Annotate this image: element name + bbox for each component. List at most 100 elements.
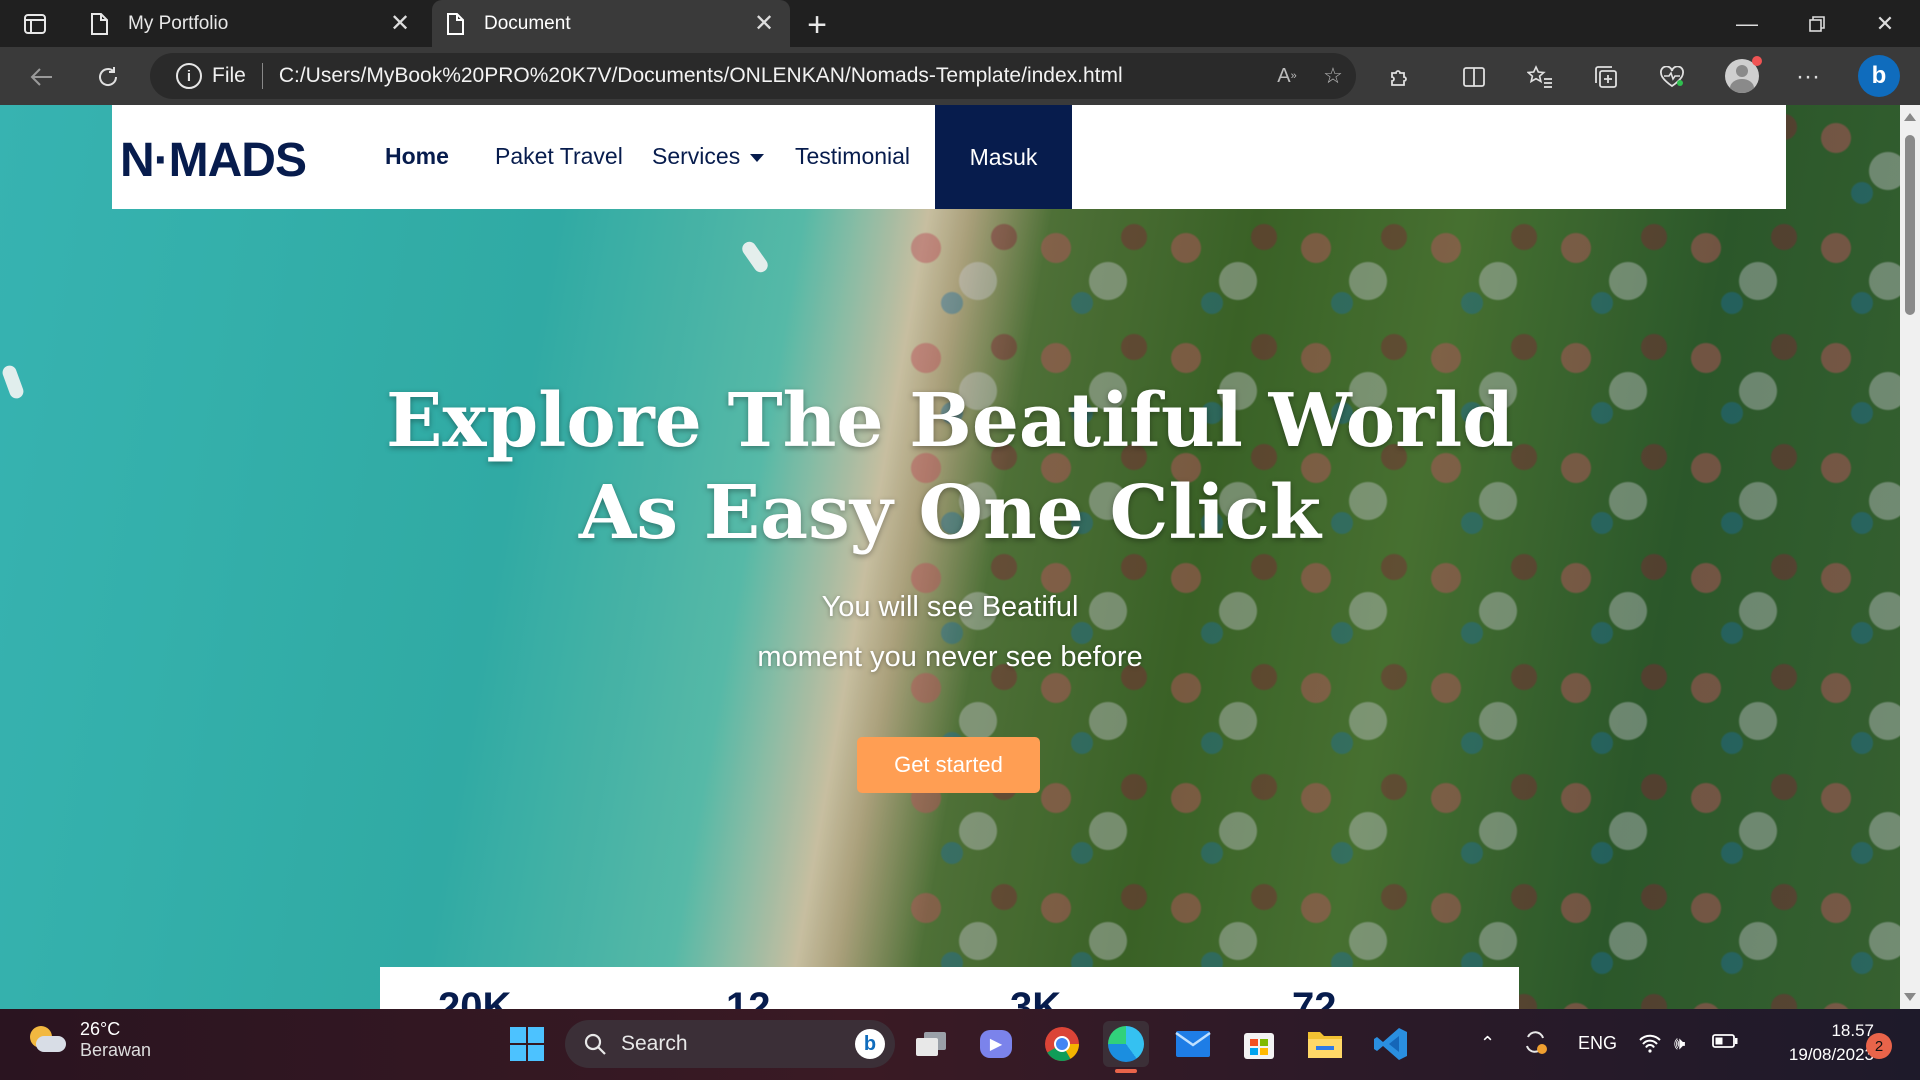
store-icon	[1244, 1033, 1274, 1059]
vscode-button[interactable]	[1368, 1021, 1414, 1067]
collections-icon	[1595, 66, 1617, 88]
search-icon	[584, 1033, 606, 1055]
sync-icon[interactable]	[1522, 1029, 1548, 1060]
tab-my-portfolio[interactable]: My Portfolio ✕	[76, 0, 426, 47]
store-button[interactable]	[1236, 1021, 1282, 1067]
hero-title: Explore The Beatiful World As Easy One C…	[0, 375, 1900, 559]
stat-value: 20K	[438, 985, 512, 1009]
chrome-button[interactable]	[1039, 1021, 1085, 1067]
language-indicator[interactable]: ENG	[1578, 1033, 1617, 1054]
address-divider	[261, 63, 263, 89]
battery-icon[interactable]	[1712, 1033, 1738, 1054]
back-arrow-icon	[30, 68, 52, 86]
tab-actions-button[interactable]	[12, 10, 58, 38]
login-button[interactable]: Masuk	[935, 105, 1072, 209]
scheme-label: File	[212, 64, 246, 87]
teams-chat-button[interactable]: ▶	[973, 1021, 1019, 1067]
page-scrollbar[interactable]	[1900, 105, 1920, 1009]
clock-date: 19/08/2023	[1788, 1045, 1874, 1064]
close-tab-icon[interactable]: ✕	[752, 9, 776, 38]
nav-testimonial[interactable]: Testimonial	[795, 143, 910, 170]
nav-paket-travel[interactable]: Paket Travel	[495, 143, 623, 170]
scroll-thumb[interactable]	[1905, 135, 1915, 315]
browser-toolbar: i File C:/Users/MyBook%20PRO%20K7V/Docum…	[0, 47, 1920, 105]
notification-badge[interactable]: 2	[1866, 1033, 1892, 1059]
profile-status-dot	[1752, 56, 1762, 66]
profile-button[interactable]	[1722, 56, 1762, 96]
puzzle-icon	[1391, 70, 1407, 86]
nav-services-label: Services	[652, 143, 741, 169]
refresh-button[interactable]	[90, 59, 126, 95]
address-bar[interactable]: i File C:/Users/MyBook%20PRO%20K7V/Docum…	[150, 53, 1356, 99]
url-text[interactable]: C:/Users/MyBook%20PRO%20K7V/Documents/ON…	[279, 64, 1264, 88]
page-icon	[90, 12, 110, 36]
split-screen-button[interactable]	[1456, 59, 1492, 95]
tab-actions-icon	[24, 14, 46, 34]
copilot-button[interactable]: b	[1856, 53, 1902, 99]
nav-home[interactable]: Home	[385, 143, 449, 170]
refresh-icon	[99, 67, 118, 86]
extensions-button[interactable]	[1382, 59, 1418, 95]
stat-value: 3K	[1010, 985, 1062, 1009]
chevron-down-icon	[750, 153, 765, 162]
site-info-icon[interactable]: i	[176, 63, 202, 89]
vscode-icon	[1374, 1028, 1407, 1060]
show-hidden-icons-chevron-icon[interactable]: ⌃	[1480, 1033, 1495, 1054]
hero-subtitle-line: moment you never see before	[757, 641, 1143, 673]
start-button[interactable]	[504, 1021, 550, 1067]
page-viewport: N·MADS Home Paket Travel Services Testim…	[0, 105, 1900, 1009]
scroll-down-arrow-icon[interactable]	[1904, 993, 1916, 1001]
stats-panel: 20K 12 3K 72	[380, 967, 1519, 1009]
weather-widget[interactable]: 26°C Berawan	[26, 1019, 151, 1061]
restore-button[interactable]	[1782, 0, 1852, 47]
system-clock[interactable]: 18.57 19/08/2023	[1750, 1019, 1874, 1067]
new-tab-button[interactable]: +	[800, 6, 834, 45]
task-view-icon	[916, 1032, 946, 1056]
favorites-button[interactable]	[1522, 59, 1558, 95]
scroll-up-arrow-icon[interactable]	[1904, 113, 1916, 121]
hero-subtitle: You will see Beatiful moment you never s…	[0, 582, 1900, 682]
folder-icon	[1308, 1032, 1342, 1058]
file-explorer-button[interactable]	[1302, 1021, 1348, 1067]
edge-button[interactable]	[1103, 1021, 1149, 1073]
mail-button[interactable]	[1170, 1021, 1216, 1067]
more-options-button[interactable]: ···	[1790, 59, 1826, 95]
tab-title: Document	[484, 12, 571, 34]
windows-logo-icon	[510, 1027, 544, 1061]
partly-cloudy-night-icon	[26, 1020, 66, 1060]
restore-icon	[1809, 15, 1825, 32]
bing-icon: b	[855, 1029, 885, 1059]
hero-title-line: Explore The Beatiful World	[386, 378, 1514, 464]
heart-pulse-icon	[1660, 66, 1684, 88]
back-button[interactable]	[24, 59, 60, 95]
site-navbar: N·MADS Home Paket Travel Services Testim…	[112, 105, 1786, 209]
volume-icon[interactable]: 🕪	[1674, 1033, 1685, 1054]
browser-essentials-button[interactable]	[1654, 59, 1690, 95]
browser-tab-strip: My Portfolio ✕ Document ✕ + — ✕	[0, 0, 1920, 47]
task-view-button[interactable]	[908, 1021, 954, 1067]
clock-time: 18.57	[1831, 1021, 1874, 1040]
nomads-logo[interactable]: N·MADS	[120, 133, 307, 188]
stat-value: 72	[1292, 985, 1337, 1009]
close-tab-icon[interactable]: ✕	[388, 9, 412, 38]
nav-services[interactable]: Services	[652, 143, 765, 170]
read-aloud-icon[interactable]: A»	[1264, 53, 1310, 99]
video-chat-icon: ▶	[980, 1030, 1012, 1058]
tab-document[interactable]: Document ✕	[432, 0, 790, 47]
wifi-icon[interactable]	[1638, 1033, 1662, 1058]
favorites-icon	[1527, 65, 1552, 88]
minimize-button[interactable]: —	[1712, 0, 1782, 47]
stat-value: 12	[726, 985, 771, 1009]
get-started-button[interactable]: Get started	[857, 737, 1040, 793]
split-screen-icon	[1463, 67, 1485, 87]
tab-title: My Portfolio	[128, 12, 229, 34]
search-placeholder: Search	[621, 1032, 688, 1055]
collections-button[interactable]	[1588, 59, 1624, 95]
favorite-star-icon[interactable]: ☆	[1310, 53, 1356, 99]
close-window-button[interactable]: ✕	[1850, 0, 1920, 47]
hero-title-line: As Easy One Click	[578, 470, 1322, 556]
mail-icon	[1175, 1031, 1211, 1057]
weather-description: Berawan	[80, 1040, 152, 1060]
taskbar-search[interactable]: Search b	[565, 1020, 895, 1068]
bing-copilot-icon: b	[1858, 55, 1900, 97]
